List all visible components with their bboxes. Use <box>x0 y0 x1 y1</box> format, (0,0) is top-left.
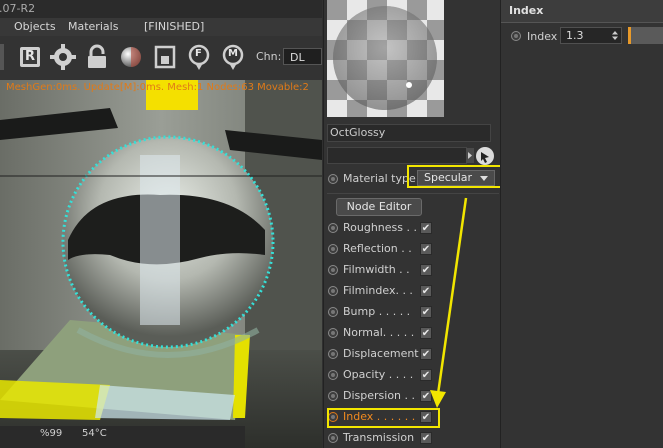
channel-label: Reflection . . <box>343 242 412 255</box>
render-letter: R <box>25 49 36 64</box>
channel-opacity[interactable]: Opacity . . . . ✔ <box>326 365 446 385</box>
channel-filmindex[interactable]: Filmindex. . . ✔ <box>326 281 446 301</box>
channel-checkbox[interactable]: ✔ <box>420 306 432 318</box>
menu-materials[interactable]: Materials <box>68 18 118 36</box>
index-label: Index <box>527 30 558 43</box>
status-bar: %99 54°C <box>0 426 245 448</box>
index-panel-title: Index <box>501 0 663 22</box>
channel-label: Filmwidth . . <box>343 263 410 276</box>
channel-checkbox[interactable]: ✔ <box>420 369 432 381</box>
channel-label: Opacity . . . . <box>343 368 414 381</box>
gpu-usage: %99 <box>40 428 63 439</box>
marker-letter: M <box>228 48 238 59</box>
channel-dispersion[interactable]: Dispersion . . ✔ <box>326 386 446 406</box>
marker-icon[interactable]: M <box>220 44 246 70</box>
channel-label: Chn: <box>256 50 282 63</box>
menu-finished[interactable]: [FINISHED] <box>144 18 204 36</box>
material-type-highlight <box>407 165 503 188</box>
partial-icon[interactable] <box>0 44 4 70</box>
divider <box>327 193 499 194</box>
channel-checkbox[interactable]: ✔ <box>420 285 432 297</box>
channel-label: Bump . . . . . <box>343 305 411 318</box>
channel-radio[interactable] <box>328 433 338 443</box>
menu-objects[interactable]: Objects <box>14 18 56 36</box>
material-type-radio[interactable] <box>328 174 338 184</box>
channel-checkbox[interactable]: ✔ <box>420 222 432 234</box>
render-image <box>0 80 322 448</box>
channel-radio[interactable] <box>328 370 338 380</box>
channel-label: Dispersion . . <box>343 389 416 402</box>
menu-bar: Objects Materials [FINISHED] <box>0 18 322 36</box>
channel-radio[interactable] <box>328 223 338 233</box>
material-name-field[interactable]: OctGlossy <box>327 124 491 142</box>
channel-label: Filmindex. . . <box>343 284 413 297</box>
channel-label: Displacement <box>343 347 419 360</box>
channel-radio[interactable] <box>328 265 338 275</box>
channel-checkbox[interactable]: ✔ <box>420 390 432 402</box>
film-letter: F <box>195 48 202 59</box>
stepper-icon[interactable] <box>612 31 618 40</box>
channel-radio[interactable] <box>328 244 338 254</box>
render-icon[interactable]: R <box>17 44 43 70</box>
channel-checkbox[interactable]: ✔ <box>420 243 432 255</box>
index-radio[interactable] <box>511 31 521 41</box>
index-slider-fill <box>628 27 631 44</box>
divider <box>501 22 663 23</box>
node-editor-button[interactable]: Node Editor <box>336 198 422 216</box>
channel-displacement[interactable]: Displacement ✔ <box>326 344 446 364</box>
channel-bump[interactable]: Bump . . . . . ✔ <box>326 302 446 322</box>
channel-label: Normal. . . . . <box>343 326 415 339</box>
channel-checkbox[interactable]: ✔ <box>420 264 432 276</box>
index-highlight <box>327 408 440 428</box>
film-icon[interactable]: F <box>186 44 212 70</box>
material-type-label: Material type <box>343 172 416 185</box>
gpu-temp: 54°C <box>82 428 107 439</box>
channel-label: Roughness . . <box>343 221 417 234</box>
channel-radio[interactable] <box>328 307 338 317</box>
channel-filmwidth[interactable]: Filmwidth . . ✔ <box>326 260 446 280</box>
channel-radio[interactable] <box>328 391 338 401</box>
channel-label: Transmission <box>343 431 415 444</box>
index-value: 1.3 <box>566 29 584 42</box>
status-text: MeshGen:0ms. Update[M]:0ms. Mesh:1 Nodes… <box>6 82 309 93</box>
channel-radio[interactable] <box>328 349 338 359</box>
channel-radio[interactable] <box>328 286 338 296</box>
channel-transmission[interactable]: Transmission ✔ <box>326 428 446 448</box>
index-panel <box>500 0 663 448</box>
channel-select[interactable]: DL <box>283 48 322 65</box>
channel-checkbox[interactable]: ✔ <box>420 348 432 360</box>
channel-normal[interactable]: Normal. . . . . ✔ <box>326 323 446 343</box>
picker-icon[interactable] <box>476 147 494 165</box>
channel-roughness[interactable]: Roughness . . ✔ <box>326 218 446 238</box>
index-slider[interactable] <box>628 27 663 44</box>
material-sphere-icon[interactable] <box>118 44 144 70</box>
viewport[interactable]: 3.07-R2 Objects Materials [FINISHED] R F <box>0 0 322 448</box>
material-preview <box>327 0 444 117</box>
link-arrow-button[interactable] <box>466 148 474 163</box>
index-value-field[interactable]: 1.3 <box>560 27 622 44</box>
title-bar: 3.07-R2 <box>0 0 322 18</box>
lock-icon[interactable] <box>84 44 110 70</box>
channel-radio[interactable] <box>328 328 338 338</box>
frame-icon[interactable] <box>152 44 178 70</box>
window-title: 3.07-R2 <box>0 2 36 15</box>
link-field[interactable] <box>327 147 467 164</box>
channel-reflection[interactable]: Reflection . . ✔ <box>326 239 446 259</box>
channel-checkbox[interactable]: ✔ <box>420 327 432 339</box>
render-view[interactable] <box>0 80 322 448</box>
channel-checkbox[interactable]: ✔ <box>420 432 432 444</box>
settings-gear-icon[interactable] <box>50 44 76 70</box>
